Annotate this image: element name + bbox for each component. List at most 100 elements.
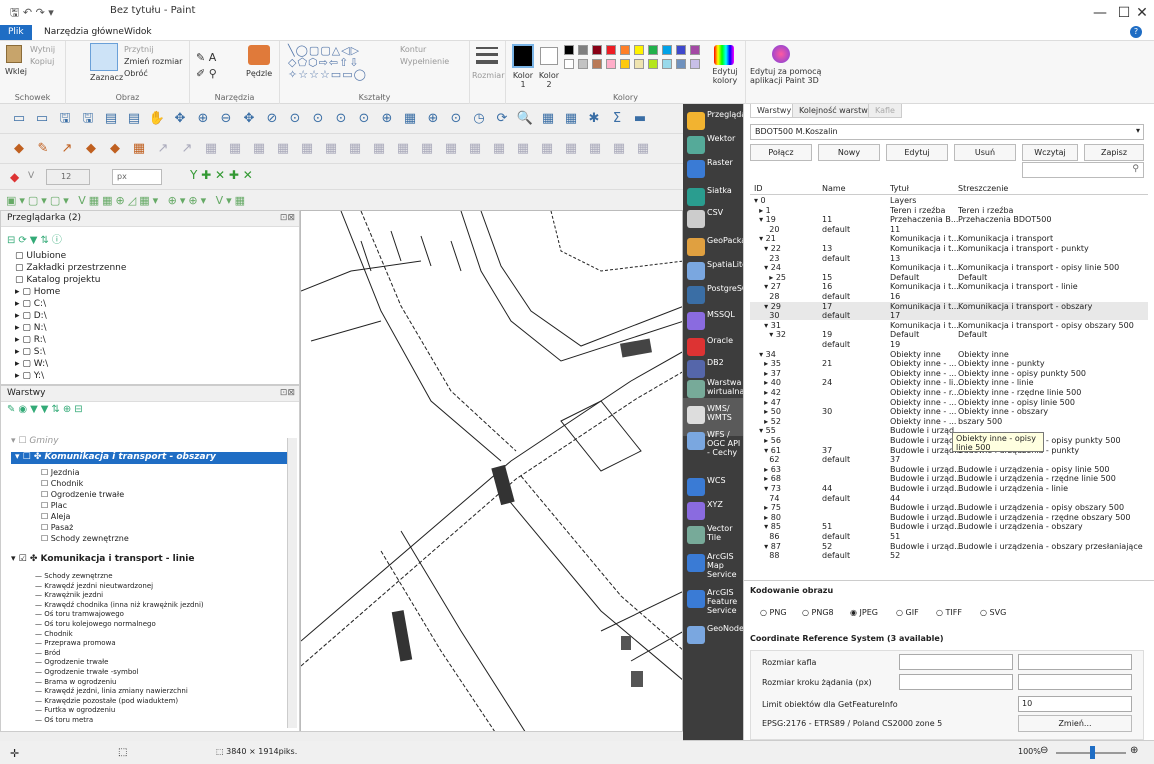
pencil-icon[interactable]: ✎ A <box>196 51 216 64</box>
layers-toolbar[interactable]: ✎◉▼▼⇅⊕⊟ <box>7 404 86 415</box>
color-swatch[interactable] <box>592 59 602 69</box>
crop-button[interactable]: Przytnij <box>124 45 154 54</box>
table-row[interactable]: 62 default 37 <box>744 455 1148 465</box>
legend-item[interactable]: ☐ Aleja <box>41 512 70 521</box>
legend-item[interactable]: ☐ Chodnik <box>41 479 83 488</box>
color-swatch[interactable] <box>564 45 574 55</box>
connection-button-1[interactable]: Nowy <box>818 144 880 161</box>
table-row[interactable]: 28 default 16 <box>744 292 1148 302</box>
close-button[interactable]: ✕ <box>1124 2 1154 24</box>
panel-close-icon[interactable]: ⊡⊠ <box>280 388 295 398</box>
tile-size-input-2[interactable] <box>1018 654 1132 670</box>
format-radio-3[interactable]: ○ GIF <box>896 608 919 617</box>
filter-icon[interactable]: Y ✚ ✕ ✚ ✕ <box>190 168 253 182</box>
format-radio-5[interactable]: ○ SVG <box>980 608 1006 617</box>
toolbar-icon[interactable]: ⟳ <box>493 110 511 128</box>
browser-item[interactable]: ▸ ▢ N:\ <box>15 323 47 333</box>
legend-item[interactable]: — Schody zewnętrzne <box>35 572 113 580</box>
color-swatch[interactable] <box>648 59 658 69</box>
browser-item[interactable]: ▢ Ulubione <box>15 251 66 261</box>
color1-button[interactable]: Kolor 1 <box>510 71 536 89</box>
table-row[interactable]: 88 default 52 <box>744 551 1148 561</box>
table-row[interactable]: ▾ 34 Obiekty inne Obiekty inne <box>744 350 1148 360</box>
color-swatch[interactable] <box>676 59 686 69</box>
zoom-in-icon[interactable]: ⊕ <box>1130 745 1138 756</box>
table-row[interactable]: ▾ 85 51 Budowle i urząd... Budowle i urządz… <box>744 522 1148 532</box>
toolbar-icon[interactable]: ▦ <box>298 140 316 158</box>
toolbar-icon[interactable]: ⊙ <box>355 110 373 128</box>
toolbar-icon[interactable]: ✥ <box>240 110 258 128</box>
color-swatch[interactable] <box>564 59 574 69</box>
connection-button-4[interactable]: Wczytaj <box>1022 144 1078 161</box>
legend-item[interactable]: ☐ Plac <box>41 501 67 510</box>
browser-toolbar[interactable]: ⊟⟳▼⇅ⓘ <box>7 231 65 246</box>
shapes-gallery-row3[interactable]: ✧☆☆☆▭▭◯ <box>288 68 367 81</box>
horizontal-scrollbar[interactable] <box>0 731 683 741</box>
step-input-2[interactable] <box>1018 674 1132 690</box>
toolbar-icon[interactable]: ⊙ <box>309 110 327 128</box>
selected-layer[interactable]: ▾ ☐ ✤ Komunikacja i transport - obszary <box>11 452 289 464</box>
format-radio-0[interactable]: ○ PNG <box>760 608 787 617</box>
table-row[interactable]: ▾ 24 Komunikacja i t... Komunikacja i tran… <box>744 263 1148 273</box>
color-swatch[interactable] <box>690 45 700 55</box>
toolbar-icon[interactable]: ▤ <box>125 110 143 128</box>
table-row[interactable]: ▸ 75 Budowle i urząd... Budowle i urządzen… <box>744 503 1148 513</box>
table-row[interactable]: ▸ 56Budowle i urząd...Budowle i urządzen… <box>744 436 1148 446</box>
color-swatch[interactable] <box>592 45 602 55</box>
color-swatch[interactable] <box>690 59 700 69</box>
brushes-button[interactable]: Pędzle <box>246 69 272 78</box>
source-19[interactable]: GeoNode <box>683 618 744 656</box>
quick-access-toolbar[interactable]: 🖫 ↶ ↷ ▾ <box>10 4 54 23</box>
table-row[interactable]: ▾ 31 Komunikacja i t... Komunikacja i tran… <box>744 321 1148 331</box>
browser-item[interactable]: ▢ Zakładki przestrzenne <box>15 263 126 273</box>
toolbar-icon[interactable]: ✥ <box>171 110 189 128</box>
browser-item[interactable]: ▸ ▢ Y:\ <box>15 371 44 381</box>
format-radio-1[interactable]: ○ PNG8 <box>802 608 834 617</box>
color-swatch[interactable] <box>662 45 672 55</box>
toolbar-icon[interactable]: ◆ <box>82 140 100 158</box>
toolbar-icon[interactable]: ▦ <box>538 140 556 158</box>
tile-size-input-1[interactable] <box>899 654 1013 670</box>
toolbar-icon[interactable]: ▬ <box>631 110 649 128</box>
toolbar-icon[interactable]: ◷ <box>470 110 488 128</box>
table-row[interactable]: ▾ 73 44 Budowle i urząd... Budowle i urządz… <box>744 484 1148 494</box>
legend-item[interactable]: — Brama w ogrodzeniu <box>35 678 116 686</box>
toolbar-icon[interactable]: ⊕ <box>194 110 212 128</box>
table-row[interactable]: ▾ 21 Komunikacja i t... Komunikacja i tran… <box>744 234 1148 244</box>
toolbar-icon[interactable]: ⊖ <box>217 110 235 128</box>
toolbar-icon[interactable]: Σ <box>608 110 626 128</box>
source-18[interactable]: ArcGIS Feature Service <box>683 582 743 620</box>
table-row[interactable]: ▾ 0 Layers <box>744 196 1148 206</box>
limit-input[interactable]: 10 <box>1018 696 1132 712</box>
color-swatch[interactable] <box>578 59 588 69</box>
toolbar-icon[interactable]: ✱ <box>585 110 603 128</box>
browser-item[interactable]: ▸ ▢ R:\ <box>15 335 46 345</box>
layers-scrollbar[interactable] <box>287 438 297 728</box>
toolbar-icon[interactable]: ▭ <box>33 110 51 128</box>
toolbar-icon[interactable]: ▦ <box>514 140 532 158</box>
table-row[interactable]: ▸ 25 15 Default Default <box>744 273 1148 283</box>
source-13[interactable]: WFS / OGC API - Cechy <box>683 424 743 462</box>
tab-file[interactable]: Plik <box>0 25 32 40</box>
legend-item[interactable]: — Furtka w ogrodzeniu <box>35 706 115 714</box>
legend-item[interactable]: — Krawędź chodnika (inna niż krawężnik j… <box>35 601 204 609</box>
toolbar-icon[interactable]: ✋ <box>148 110 166 128</box>
color-swatch[interactable] <box>648 45 658 55</box>
legend-item[interactable]: — Oś toru kolejowego normalnego <box>35 620 156 628</box>
browser-item[interactable]: ▸ ▢ S:\ <box>15 347 46 357</box>
table-row[interactable]: default 19 <box>744 340 1148 350</box>
toolbar-icon[interactable]: ▦ <box>130 140 148 158</box>
table-row[interactable]: ▸ 47 Obiekty inne - ... Obiekty inne - opi… <box>744 398 1148 408</box>
table-row[interactable]: ▸ 40 24 Obiekty inne - li... Obiekty inne -… <box>744 378 1148 388</box>
legend-item[interactable]: — Przeprawa promowa <box>35 639 116 647</box>
table-row[interactable]: ▸ 37 Obiekty inne - ... Obiekty inne - opi… <box>744 369 1148 379</box>
toolbar-icon[interactable]: ▦ <box>562 110 580 128</box>
panel-tab-0[interactable]: Warstwy <box>750 104 799 118</box>
font-size-input[interactable]: 12 <box>46 169 90 185</box>
table-row[interactable]: ▾ 32 19 Default Default <box>744 330 1148 340</box>
outline-button[interactable]: Kontur <box>400 45 426 54</box>
toolbar-icon[interactable]: ▦ <box>346 140 364 158</box>
color2-swatch[interactable] <box>540 47 558 65</box>
toolbar-icon[interactable]: ▦ <box>370 140 388 158</box>
legend-item[interactable]: — Krawędź jezdni, linia zmiany nawierzch… <box>35 687 188 695</box>
